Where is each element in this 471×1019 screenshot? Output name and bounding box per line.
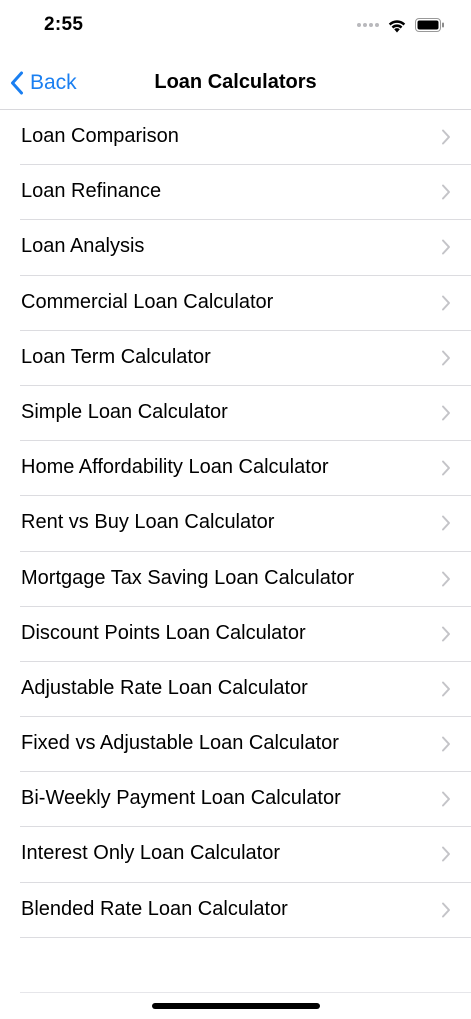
list-item-label: Mortgage Tax Saving Loan Calculator (21, 566, 355, 589)
status-time: 2:55 (44, 14, 84, 35)
chevron-right-icon (442, 846, 450, 862)
chevron-right-icon (442, 129, 450, 145)
list-item-label: Loan Analysis (21, 235, 145, 258)
list-item[interactable]: Rent vs Buy Loan Calculator (0, 496, 471, 552)
list-item-label: Loan Refinance (21, 180, 162, 203)
cellular-signal-icon (357, 23, 379, 27)
chevron-right-icon (442, 460, 450, 476)
list-item-label: Fixed vs Adjustable Loan Calculator (21, 732, 339, 755)
list-item[interactable]: Simple Loan Calculator (0, 386, 471, 442)
list-item[interactable]: Fixed vs Adjustable Loan Calculator (0, 717, 471, 773)
home-indicator[interactable] (152, 1003, 320, 1009)
chevron-right-icon (442, 626, 450, 642)
chevron-right-icon (442, 350, 450, 366)
chevron-right-icon (442, 515, 450, 531)
list-item-label: Home Affordability Loan Calculator (21, 456, 329, 479)
list-item[interactable]: Home Affordability Loan Calculator (0, 441, 471, 497)
status-bar: 2:55 (0, 0, 471, 52)
list-item[interactable]: Loan Comparison (0, 110, 471, 166)
list-item[interactable]: Mortgage Tax Saving Loan Calculator (0, 552, 471, 607)
list-item-label: Interest Only Loan Calculator (21, 842, 281, 865)
list-item-label: Loan Comparison (21, 125, 179, 147)
list-item[interactable]: Discount Points Loan Calculator (0, 607, 471, 663)
calculator-list: Loan Comparison Loan Refinance Loan Anal… (0, 110, 471, 939)
chevron-right-icon (442, 405, 450, 421)
wifi-icon (388, 19, 406, 32)
list-item-label: Commercial Loan Calculator (21, 290, 274, 313)
list-item-label: Loan Term Calculator (21, 345, 211, 368)
bottom-divider (20, 992, 471, 993)
chevron-right-icon (442, 571, 450, 586)
list-item[interactable]: Adjustable Rate Loan Calculator (0, 662, 471, 718)
chevron-right-icon (442, 791, 450, 807)
chevron-right-icon (442, 295, 450, 311)
list-item-label: Blended Rate Loan Calculator (21, 897, 288, 920)
list-item[interactable]: Commercial Loan Calculator (0, 276, 471, 331)
chevron-right-icon (442, 681, 450, 697)
list-item[interactable]: Loan Refinance (0, 165, 471, 221)
list-item[interactable]: Loan Term Calculator (0, 331, 471, 387)
list-item-label: Simple Loan Calculator (21, 400, 228, 423)
list-item[interactable]: Bi-Weekly Payment Loan Calculator (0, 772, 471, 828)
chevron-right-icon (442, 902, 450, 918)
list-item[interactable]: Interest Only Loan Calculator (0, 827, 471, 883)
list-item-label: Bi-Weekly Payment Loan Calculator (21, 787, 341, 810)
page-title: Loan Calculators (154, 71, 317, 93)
chevron-right-icon (442, 184, 450, 200)
battery-icon (415, 18, 444, 32)
status-icons (357, 14, 445, 36)
chevron-right-icon (442, 239, 450, 255)
chevron-right-icon (442, 736, 450, 752)
list-item-label: Discount Points Loan Calculator (21, 621, 306, 644)
list-item-label: Rent vs Buy Loan Calculator (21, 511, 275, 534)
list-item-label: Adjustable Rate Loan Calculator (21, 676, 308, 699)
navigation-bar: Back Loan Calculators (0, 52, 471, 110)
list-item[interactable]: Blended Rate Loan Calculator (0, 883, 471, 939)
list-item[interactable]: Loan Analysis (0, 220, 471, 276)
